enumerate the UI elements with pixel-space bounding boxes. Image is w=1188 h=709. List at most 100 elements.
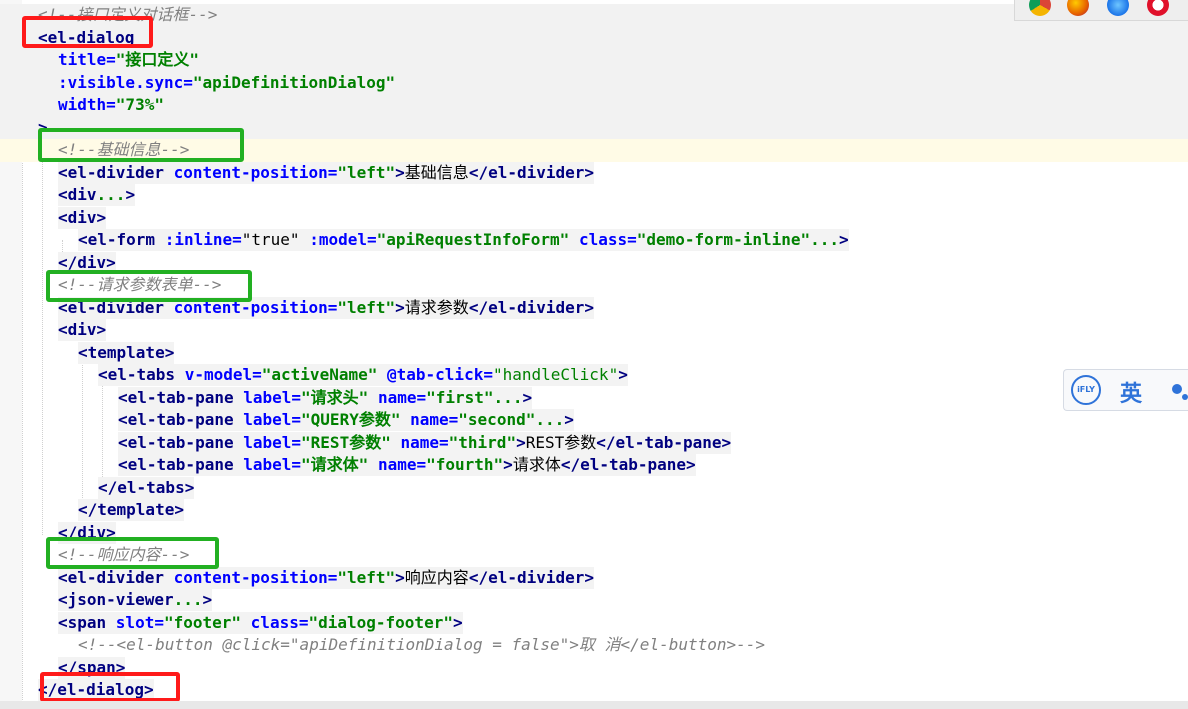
- tag-token: >: [522, 387, 533, 407]
- code-line[interactable]: <el-tab-pane label="请求体" name="fourth">请…: [0, 454, 1188, 476]
- string-token: "请求体": [301, 455, 378, 474]
- string-token: "third": [448, 432, 517, 452]
- line-background: [0, 94, 1188, 117]
- attribute-token: v-model=: [184, 365, 262, 384]
- string-token: "fourth": [426, 455, 504, 474]
- tag-token: </el-divider>: [468, 297, 595, 317]
- code-editor[interactable]: <!--接口定义对话框--> <el-dialog title="接口定义":vis…: [0, 0, 1188, 709]
- attribute-token: :visible.sync=: [58, 72, 193, 92]
- opera-icon[interactable]: [1147, 0, 1169, 16]
- ifly-input-widget[interactable]: iFLY 英: [1063, 369, 1188, 411]
- tag-token: <span: [58, 612, 116, 632]
- ifly-logo: iFLY: [1071, 375, 1101, 405]
- code-text: <el-tab-pane label="QUERY参数" name="secon…: [118, 409, 574, 431]
- tag-token: <el-tab-pane: [118, 455, 244, 474]
- tag-token: >: [516, 432, 526, 452]
- code-text: <el-divider content-position="left">基础信息…: [58, 161, 595, 184]
- chrome-icon[interactable]: [1029, 0, 1051, 16]
- string-token: "REST参数": [301, 432, 401, 452]
- tag-token: >: [618, 365, 628, 384]
- code-line[interactable]: </template>: [0, 499, 1188, 521]
- code-text: <!--<el-button @click="apiDefinitionDial…: [78, 634, 765, 656]
- code-line[interactable]: <el-divider content-position="left">基础信息…: [0, 161, 1188, 184]
- attribute-token: label=: [243, 387, 302, 407]
- string-token: "left": [337, 297, 396, 317]
- attribute-token: content-position=: [173, 162, 338, 182]
- safari-icon[interactable]: [1107, 0, 1129, 16]
- code-line[interactable]: <el-tab-pane label="QUERY参数" name="secon…: [0, 409, 1188, 431]
- input-language-indicator[interactable]: 英: [1120, 376, 1142, 408]
- attribute-token: label=: [243, 410, 302, 429]
- string-token: "接口定义": [115, 50, 200, 69]
- code-line[interactable]: <el-divider content-position="left">响应内容…: [0, 566, 1188, 589]
- code-line[interactable]: <el-tabs v-model="activeName" @tab-click…: [0, 364, 1188, 386]
- attribute-token: :inline=: [164, 230, 242, 249]
- tag-token: <json-viewer: [58, 590, 174, 609]
- tag-token: </div>: [58, 252, 116, 272]
- code-line[interactable]: :visible.sync="apiDefinitionDialog": [0, 71, 1188, 94]
- tag-token: <div: [58, 185, 97, 204]
- horizontal-scrollbar[interactable]: [0, 701, 1188, 709]
- code-line[interactable]: </el-tabs>: [0, 476, 1188, 499]
- tag-token: <el-divider: [58, 567, 174, 587]
- string-token: ...: [173, 590, 203, 609]
- code-text: </el-tabs>: [98, 476, 195, 499]
- attribute-token: name=: [410, 410, 459, 429]
- tag-token: >: [503, 455, 513, 474]
- code-line[interactable]: <el-tab-pane label="REST参数" name="third"…: [0, 431, 1188, 454]
- string-token: "请求头": [301, 387, 378, 407]
- code-line[interactable]: <template>: [0, 341, 1188, 364]
- tag-token: <el-divider: [58, 162, 174, 182]
- code-text: <div>: [58, 319, 107, 341]
- tag-token: <div>: [58, 320, 107, 339]
- firefox-icon[interactable]: [1067, 0, 1089, 16]
- tag-token: </el-tab-pane>: [560, 455, 696, 474]
- tag-token: <el-tab-pane: [118, 387, 244, 407]
- attribute-token: name=: [377, 387, 427, 407]
- code-line[interactable]: <el-dialog: [0, 26, 1188, 49]
- attribute-token: label=: [243, 432, 302, 452]
- attribute-token: :model=: [309, 230, 377, 249]
- code-text: <el-form :inline="true" :model="apiReque…: [78, 229, 849, 251]
- string-token: ...: [96, 185, 126, 204]
- code-line[interactable]: <el-tab-pane label="请求头" name="first"...…: [0, 386, 1188, 409]
- code-text: title="接口定义": [58, 49, 199, 71]
- tag-token: >: [395, 567, 405, 587]
- red-annotation-box: [22, 16, 153, 48]
- browser-preview-toolbar: [1014, 0, 1188, 21]
- code-text: <span slot="footer" class="dialog-footer…: [58, 611, 463, 634]
- code-line[interactable]: <span slot="footer" class="dialog-footer…: [0, 611, 1188, 634]
- tag-token: >: [395, 297, 405, 317]
- code-line[interactable]: <!--<el-button @click="apiDefinitionDial…: [0, 634, 1188, 656]
- attribute-token: width=: [58, 95, 116, 114]
- attribute-token: class=: [578, 230, 637, 249]
- string-token: "73%": [115, 95, 164, 114]
- tag-token: </el-tabs>: [98, 477, 195, 497]
- attribute-token: name=: [377, 455, 427, 474]
- tag-token: >: [125, 185, 136, 204]
- attribute-token: content-position=: [173, 567, 338, 587]
- string-token: "dialog-footer": [308, 612, 453, 632]
- code-text: <div...>: [58, 184, 136, 206]
- code-line[interactable]: <div>: [0, 206, 1188, 229]
- string-token: "footer": [163, 612, 251, 632]
- tag-token: </el-divider>: [468, 567, 595, 587]
- code-line[interactable]: <el-form :inline="true" :model="apiReque…: [0, 229, 1188, 251]
- attribute-token: class=: [250, 612, 309, 632]
- code-text: width="73%": [58, 94, 164, 116]
- code-line[interactable]: title="接口定义": [0, 49, 1188, 72]
- code-line[interactable]: <!--接口定义对话框-->: [0, 4, 1188, 27]
- tag-token: </el-divider>: [468, 162, 595, 182]
- code-line[interactable]: <json-viewer...>: [0, 589, 1188, 611]
- text-token: 响应内容: [404, 567, 469, 587]
- code-line[interactable]: <div...>: [0, 184, 1188, 206]
- tag-token: >: [839, 230, 849, 249]
- text-token: "true": [241, 230, 310, 249]
- code-text: <el-divider content-position="left">响应内容…: [58, 566, 595, 589]
- string-token: "apiDefinitionDialog": [192, 72, 396, 92]
- code-text: </template>: [78, 499, 184, 521]
- code-line[interactable]: <div>: [0, 319, 1188, 341]
- code-line[interactable]: width="73%": [0, 94, 1188, 117]
- tag-token: </template>: [78, 500, 184, 519]
- code-text: :visible.sync="apiDefinitionDialog": [58, 72, 395, 94]
